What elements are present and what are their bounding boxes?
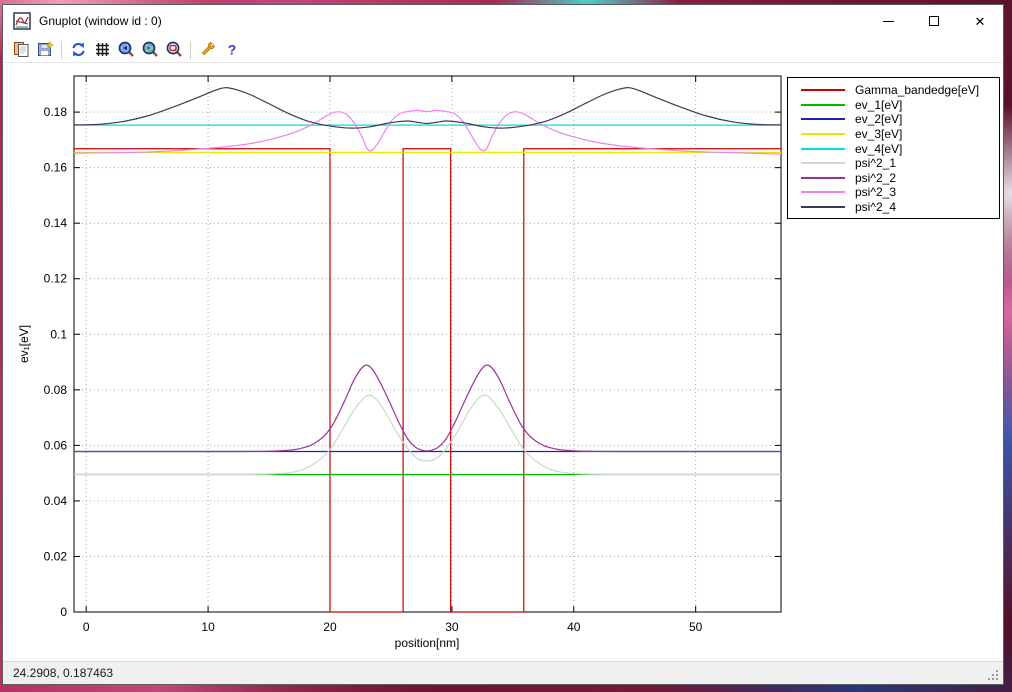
grid-toggle-icon (94, 41, 111, 58)
y-axis-label: ev₁[eV] (17, 325, 31, 363)
copy-to-clipboard-icon (13, 41, 30, 58)
svg-text:20: 20 (323, 620, 337, 634)
help-icon: ? (223, 41, 240, 58)
maximize-icon (929, 16, 939, 26)
toolbar-separator (61, 41, 62, 59)
window-title: Gnuplot (window id : 0) (39, 14, 865, 28)
legend-item: ev_2[eV] (788, 112, 999, 127)
maximize-button[interactable] (911, 5, 957, 37)
svg-text:30: 30 (445, 620, 459, 634)
replot-icon (70, 41, 87, 58)
minimize-button[interactable] (865, 5, 911, 37)
svg-text:0.06: 0.06 (44, 438, 68, 452)
status-bar: 24.2908, 0.187463 (3, 661, 1003, 684)
legend-label: ev_4[eV] (855, 142, 902, 156)
legend-label: psi^2_1 (855, 156, 896, 170)
unzoom-button[interactable] (162, 39, 186, 61)
settings-button[interactable] (195, 39, 219, 61)
legend-line-sample (801, 206, 845, 208)
legend-line-sample (801, 177, 845, 179)
legend-line-sample (801, 162, 845, 164)
svg-text:50: 50 (689, 620, 703, 634)
svg-text:0.12: 0.12 (44, 272, 68, 286)
svg-text:40: 40 (567, 620, 581, 634)
legend-item: ev_3[eV] (788, 127, 999, 142)
legend: Gamma_bandedge[eV]ev_1[eV]ev_2[eV]ev_3[e… (787, 77, 1000, 219)
zoom-previous-button[interactable] (114, 39, 138, 61)
grid-toggle-button[interactable] (90, 39, 114, 61)
legend-item: psi^2_1 (788, 156, 999, 171)
legend-item: psi^2_3 (788, 185, 999, 200)
svg-text:0.14: 0.14 (44, 216, 68, 230)
close-icon: ✕ (975, 15, 986, 28)
legend-item: psi^2_4 (788, 200, 999, 215)
legend-item: Gamma_bandedge[eV] (788, 83, 999, 98)
plot-canvas[interactable]: 0 10 20 30 40 50 0 0.02 0.04 0.06 0.08 0.1 0.12 0.14 0… (3, 63, 1003, 661)
unzoom-icon (166, 41, 183, 58)
zoom-next-icon (142, 41, 159, 58)
svg-text:0.18: 0.18 (44, 105, 68, 119)
settings-wrench-icon (199, 41, 216, 58)
svg-text:0.04: 0.04 (44, 494, 68, 508)
svg-text:0: 0 (83, 620, 90, 634)
legend-label: psi^2_4 (855, 200, 896, 214)
legend-line-sample (801, 191, 845, 193)
svg-text:?: ? (227, 42, 236, 58)
toolbar: ? (3, 37, 1003, 63)
legend-item: ev_1[eV] (788, 98, 999, 113)
zoom-previous-icon (118, 41, 135, 58)
gnuplot-app-icon (13, 12, 31, 30)
svg-text:10: 10 (201, 620, 215, 634)
legend-label: psi^2_2 (855, 171, 896, 185)
legend-line-sample (801, 148, 845, 150)
legend-label: psi^2_3 (855, 185, 896, 199)
save-button[interactable] (33, 39, 57, 61)
legend-line-sample (801, 133, 845, 135)
save-icon (37, 41, 54, 58)
svg-text:0.1: 0.1 (50, 327, 67, 341)
svg-text:0.02: 0.02 (44, 549, 68, 563)
minimize-icon (883, 21, 894, 22)
legend-label: ev_1[eV] (855, 98, 902, 112)
resize-grip[interactable] (996, 678, 998, 680)
legend-item: ev_4[eV] (788, 141, 999, 156)
replot-button[interactable] (66, 39, 90, 61)
help-button[interactable]: ? (219, 39, 243, 61)
x-axis-label: position[nm] (277, 636, 577, 650)
mouse-coordinates: 24.2908, 0.187463 (13, 666, 113, 680)
copy-to-clipboard-button[interactable] (9, 39, 33, 61)
legend-item: psi^2_2 (788, 171, 999, 186)
legend-label: ev_2[eV] (855, 112, 902, 126)
close-button[interactable]: ✕ (957, 5, 1003, 37)
gnuplot-window: Gnuplot (window id : 0) ✕ (2, 4, 1004, 685)
legend-line-sample (801, 118, 845, 120)
svg-text:0.08: 0.08 (44, 383, 68, 397)
toolbar-separator (190, 41, 191, 59)
svg-text:0: 0 (60, 605, 67, 619)
title-bar[interactable]: Gnuplot (window id : 0) ✕ (3, 5, 1003, 37)
zoom-next-button[interactable] (138, 39, 162, 61)
legend-label: Gamma_bandedge[eV] (855, 83, 979, 97)
legend-line-sample (801, 104, 845, 106)
svg-text:0.16: 0.16 (44, 161, 68, 175)
legend-line-sample (801, 89, 845, 91)
legend-label: ev_3[eV] (855, 127, 902, 141)
